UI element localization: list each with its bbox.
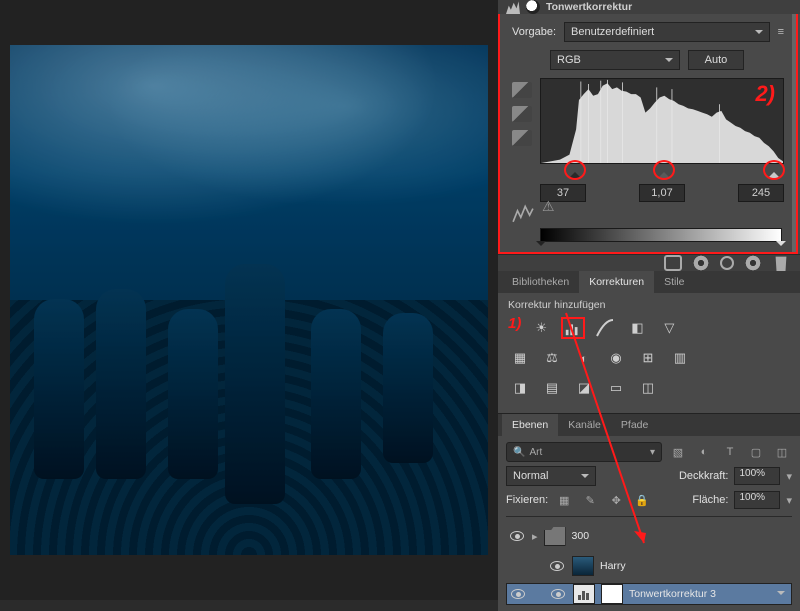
levels-panel-header: Tonwertkorrektur: [498, 0, 800, 14]
vibrance-icon[interactable]: ▽: [657, 317, 681, 339]
document-canvas[interactable]: [0, 0, 498, 600]
output-white-slider[interactable]: [776, 241, 786, 251]
input-slider-track[interactable]: [540, 164, 784, 182]
visibility-toggle[interactable]: [548, 557, 566, 575]
bw-icon[interactable]: ◐: [572, 347, 596, 369]
layers-tabs: Ebenen Kanäle Pfade: [498, 413, 800, 436]
visibility-toggle[interactable]: [549, 585, 567, 603]
panel-title: Tonwertkorrektur: [546, 1, 632, 13]
invert-icon[interactable]: ◨: [508, 377, 532, 399]
photo-preview: [10, 45, 488, 555]
opacity-label: Deckkraft:: [679, 470, 729, 482]
brightness-contrast-icon[interactable]: ☀: [529, 317, 553, 339]
layers-panel: 🔍 Art ▾ ▧ ◐ T ▢ ◫ Normal Deckkraft: 100%…: [498, 436, 800, 611]
tab-paths[interactable]: Pfade: [611, 414, 658, 436]
exposure-icon[interactable]: ◧: [625, 317, 649, 339]
visibility-icon[interactable]: [744, 255, 762, 271]
layer-row[interactable]: ▸ 300: [506, 523, 792, 549]
adjustments-panel: Korrektur hinzufügen 1) ☀ ◧ ▽ ▦ ⚖ ◐ ◉ ⊞ …: [498, 293, 800, 413]
auto-button[interactable]: Auto: [688, 50, 744, 70]
corrections-tabs: Bibliotheken Korrekturen Stile: [498, 271, 800, 293]
mask-thumb: [601, 584, 623, 604]
filter-pixel-icon[interactable]: ▧: [668, 442, 688, 462]
histogram: 2): [540, 78, 784, 164]
visibility-toggle[interactable]: [508, 557, 526, 575]
levels-footer-strip: [498, 254, 800, 271]
clip-to-layer-icon[interactable]: [664, 255, 682, 271]
filter-smart-icon[interactable]: ◫: [772, 442, 792, 462]
warning-icon: ⚠: [542, 198, 555, 215]
fill-label: Fläche:: [692, 494, 728, 506]
hue-sat-icon[interactable]: ▦: [508, 347, 532, 369]
visibility-toggle[interactable]: [509, 585, 527, 603]
layer-name[interactable]: Harry: [600, 560, 626, 572]
output-black-slider[interactable]: [536, 241, 546, 251]
channel-select[interactable]: RGB: [550, 50, 680, 70]
lock-all-icon[interactable]: 🔒: [632, 490, 652, 510]
curves-icon[interactable]: [593, 317, 617, 339]
visibility-toggle[interactable]: [508, 527, 526, 545]
levels-icon: [506, 0, 520, 14]
adjustment-thumb: [573, 584, 595, 604]
levels-panel: Vorgabe: Benutzerdefiniert ≡ RGB Auto 2): [498, 14, 798, 254]
panel-menu-icon[interactable]: ≡: [778, 26, 784, 38]
lock-pixels-icon[interactable]: ✎: [580, 490, 600, 510]
preset-label: Vorgabe:: [512, 26, 556, 38]
gamma-input[interactable]: 1,07: [639, 184, 685, 202]
delete-adjustment-icon[interactable]: [772, 255, 790, 271]
eyedropper-black-icon[interactable]: [512, 82, 532, 98]
levels-adjustment-icon[interactable]: [561, 317, 585, 339]
threshold-icon[interactable]: ◪: [572, 377, 596, 399]
reset-icon[interactable]: [720, 256, 734, 270]
layer-row[interactable]: Tonwertkorrektur 3: [506, 583, 792, 605]
lock-label: Fixieren:: [506, 494, 548, 506]
tab-channels[interactable]: Kanäle: [558, 414, 611, 436]
layer-filter-select[interactable]: 🔍 Art ▾: [506, 442, 662, 462]
selective-color-icon[interactable]: ◫: [636, 377, 660, 399]
tab-layers[interactable]: Ebenen: [502, 414, 558, 436]
levels-small-icon: [512, 204, 534, 222]
layer-name[interactable]: 300: [572, 530, 590, 542]
channel-mixer-icon[interactable]: ⊞: [636, 347, 660, 369]
tab-libraries[interactable]: Bibliotheken: [502, 271, 579, 293]
layer-row[interactable]: Harry: [506, 553, 792, 579]
eyedropper-white-icon[interactable]: [512, 130, 532, 146]
filter-adjustment-icon[interactable]: ◐: [694, 442, 714, 462]
layer-thumb: [572, 556, 594, 576]
color-balance-icon[interactable]: ⚖: [540, 347, 564, 369]
annotation-1: 1): [508, 315, 521, 339]
preview-toggle-icon[interactable]: [692, 255, 710, 271]
filter-type-icon[interactable]: T: [720, 442, 740, 462]
posterize-icon[interactable]: ▤: [540, 377, 564, 399]
panels-sidebar: Tonwertkorrektur Vorgabe: Benutzerdefini…: [498, 0, 800, 600]
lock-position-icon[interactable]: ✥: [606, 490, 626, 510]
blend-mode-select[interactable]: Normal: [506, 466, 596, 486]
gradient-map-icon[interactable]: ▭: [604, 377, 628, 399]
opacity-input[interactable]: 100%: [734, 467, 780, 485]
white-point-input[interactable]: 245: [738, 184, 784, 202]
folder-icon: [544, 526, 566, 546]
output-gradient[interactable]: [540, 228, 782, 242]
filter-shape-icon[interactable]: ▢: [746, 442, 766, 462]
add-adjustment-label: Korrektur hinzufügen: [508, 299, 790, 311]
preset-select[interactable]: Benutzerdefiniert: [564, 22, 770, 42]
annotation-2: 2): [755, 81, 775, 107]
eyedropper-gray-icon[interactable]: [512, 106, 532, 122]
lock-transparency-icon[interactable]: ▦: [554, 490, 574, 510]
photo-filter-icon[interactable]: ◉: [604, 347, 628, 369]
tab-corrections[interactable]: Korrekturen: [579, 271, 654, 293]
color-lookup-icon[interactable]: ▥: [668, 347, 692, 369]
mask-icon: [526, 0, 540, 14]
layer-name[interactable]: Tonwertkorrektur 3: [629, 588, 716, 600]
expand-icon[interactable]: ▸: [532, 530, 538, 543]
fill-input[interactable]: 100%: [734, 491, 780, 509]
tab-styles[interactable]: Stile: [654, 271, 694, 293]
